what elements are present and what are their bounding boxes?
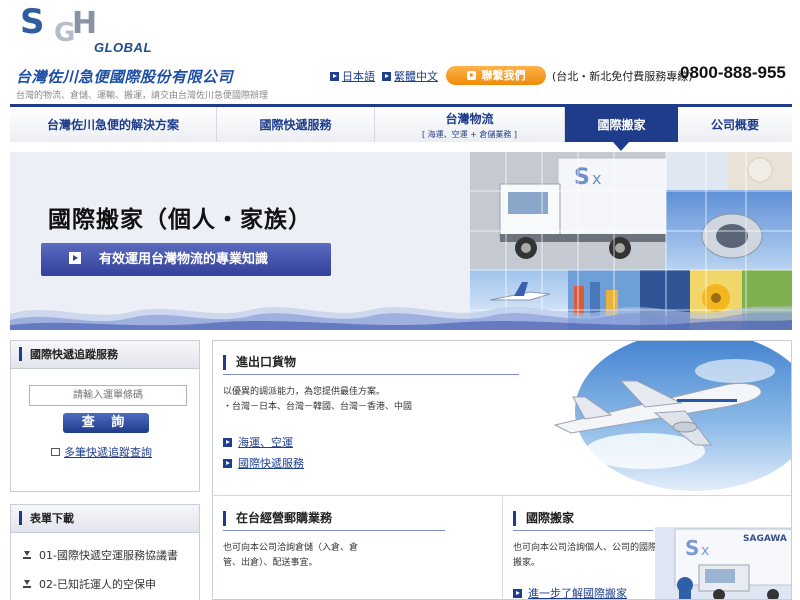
section-title: 進出口貨物 [223, 355, 296, 370]
moving-truck-photo: S x SAGAWA [655, 527, 791, 599]
svg-text:SAGAWA: SAGAWA [743, 534, 787, 544]
divider [223, 530, 445, 531]
nav-company-profile[interactable]: 公司概要 [678, 107, 792, 142]
nav-logistics-subtitle: [ 海運、空運 + 倉儲業務 ] [421, 129, 518, 139]
international-moving-section: 國際搬家 也可向本公司洽詢個人、公司的國際搬家。 進一步了解國際搬家 S x S… [503, 497, 791, 599]
hotline-number: 0800-888-955 [680, 63, 786, 82]
site-header: S G H GLOBAL 台灣佐川急便國際股份有限公司 台灣的物流、倉儲、運輸、… [0, 0, 800, 104]
forms-download-panel: 表單下載 01-國際快遞空運服務協議書 02-已知託運人的空保申 [10, 504, 200, 600]
language-traditional-chinese-link[interactable]: 繁體中文 [382, 68, 438, 84]
hotline-label: (台北・新北免付費服務專線) [552, 70, 693, 83]
banner-title: 國際搬家（個人・家族） [48, 207, 312, 233]
section-description: 也可向本公司洽詢個人、公司的國際搬家。 [513, 543, 658, 568]
logo-global-text: GLOBAL [94, 40, 152, 55]
nav-international-moving[interactable]: 國際搬家 [565, 107, 678, 151]
airplane-photo [525, 341, 791, 495]
language-japanese-link[interactable]: 日本語 [330, 68, 375, 84]
main-navigation: 台灣佐川急便的解決方案 國際快遞服務 台灣物流[ 海運、空運 + 倉儲業務 ] … [10, 104, 792, 151]
form-download-link[interactable]: 02-已知託運人的空保申 [11, 576, 199, 593]
download-icon [23, 580, 31, 588]
arrow-icon [466, 71, 476, 80]
banner-cta-button[interactable]: 有效運用台灣物流的專業知識 [41, 243, 331, 276]
section-title: 國際搬家 [513, 511, 574, 526]
svg-text:x: x [701, 543, 709, 559]
form-download-link[interactable]: 01-國際快遞空運服務協議書 [11, 547, 199, 564]
nav-taiwan-logistics[interactable]: 台灣物流[ 海運、空運 + 倉儲業務 ] [375, 107, 565, 142]
arrow-bullet-icon [223, 438, 232, 447]
svg-text:x: x [592, 169, 601, 188]
main-content: 進出口貨物 以優異的調派能力，為您提供最佳方案。 ・台灣－日本、台灣－韓國、台灣… [212, 340, 792, 600]
sgh-global-logo[interactable]: S G H GLOBAL [20, 2, 151, 56]
divider [513, 530, 653, 531]
download-icon [23, 551, 31, 559]
tracking-panel-header: 國際快遞追蹤服務 [11, 341, 199, 369]
import-export-section: 進出口貨物 以優異的調派能力，為您提供最佳方案。 ・台灣－日本、台灣－韓國、台灣… [213, 341, 791, 496]
tracking-panel: 國際快遞追蹤服務 查 詢 多筆快遞追蹤查詢 [10, 340, 200, 492]
learn-more-moving-link[interactable]: 進一步了解國際搬家 [513, 585, 627, 599]
mail-order-section: 在台經營郵購業務 也可向本公司洽詢倉儲（入倉、倉管、出倉）、配送事宜。 [213, 497, 503, 599]
arrow-bullet-icon [330, 72, 339, 81]
section-description: 也可向本公司洽詢倉儲（入倉、倉管、出倉）、配送事宜。 [223, 543, 359, 568]
divider [223, 374, 519, 375]
arrow-bullet-icon [382, 72, 391, 81]
tagline: 台灣的物流、倉儲、運輸、搬運，請交由台灣佐川急便國際辦理 [16, 91, 269, 101]
arrow-bullet-icon [513, 589, 522, 598]
svg-text:S: S [574, 165, 590, 190]
company-name: 台灣佐川急便國際股份有限公司 [16, 68, 234, 86]
nav-international-express[interactable]: 國際快遞服務 [217, 107, 375, 142]
contact-us-button[interactable]: 聯繫我們 [446, 66, 546, 85]
international-express-link[interactable]: 國際快遞服務 [223, 455, 304, 471]
section-title: 在台經營郵購業務 [223, 511, 332, 526]
arrow-icon [69, 252, 81, 264]
arrow-bullet-icon [223, 459, 232, 468]
nav-solutions[interactable]: 台灣佐川急便的解決方案 [10, 107, 217, 142]
forms-panel-header: 表單下載 [11, 505, 199, 533]
tracking-number-input[interactable] [29, 385, 187, 406]
hero-banner: 國際搬家（個人・家族） 有效運用台灣物流的專業知識 S x [10, 152, 792, 330]
sea-air-freight-link[interactable]: 海運、空運 [223, 434, 293, 450]
banner-wave-decoration [10, 306, 792, 330]
tracking-search-button[interactable]: 查 詢 [63, 413, 149, 433]
section-description: 以優異的調派能力，為您提供最佳方案。 ・台灣－日本、台灣－韓國、台灣－香港、中國 [223, 387, 413, 412]
svg-text:S: S [685, 536, 699, 560]
multi-tracking-link[interactable]: 多筆快遞追蹤查詢 [51, 445, 177, 461]
